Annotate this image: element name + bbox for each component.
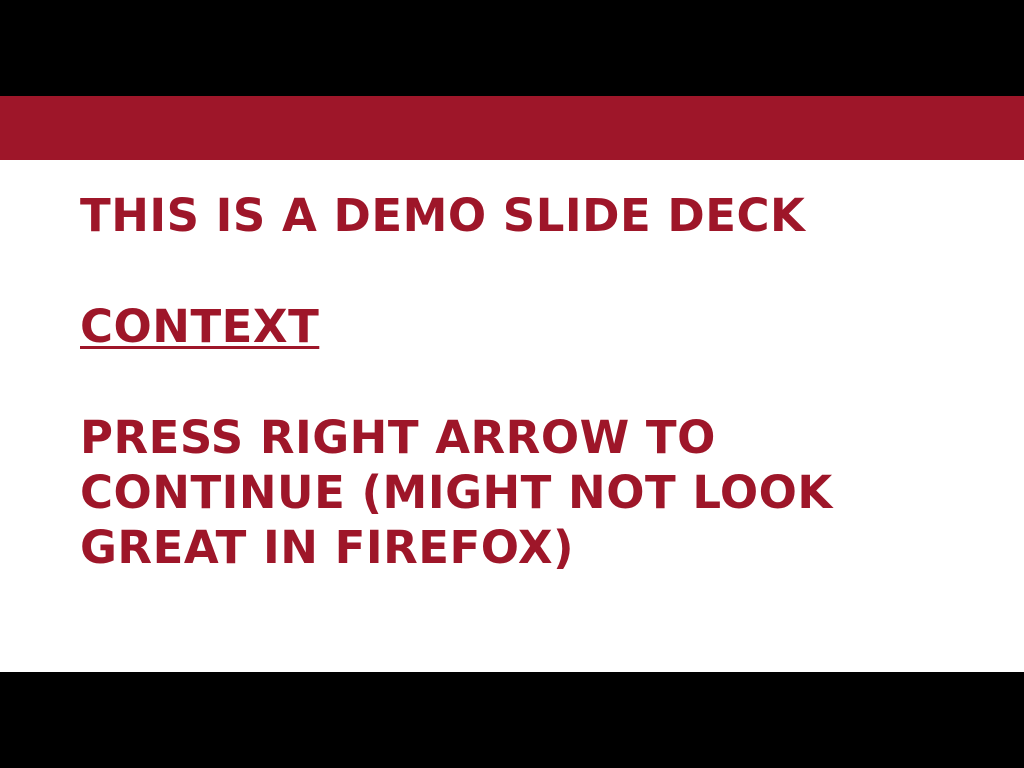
context-link[interactable]: Context (80, 300, 319, 353)
slide-title: This is a demo slide deck (80, 189, 806, 242)
slide: This is a demo slide deck Context Press … (0, 96, 1024, 672)
slide-content: This is a demo slide deck Context Press … (80, 188, 960, 575)
slide-instruction: Press right arrow to continue (might not… (80, 411, 833, 574)
slide-header-bar (0, 96, 1024, 160)
presentation-viewport: This is a demo slide deck Context Press … (0, 0, 1024, 768)
